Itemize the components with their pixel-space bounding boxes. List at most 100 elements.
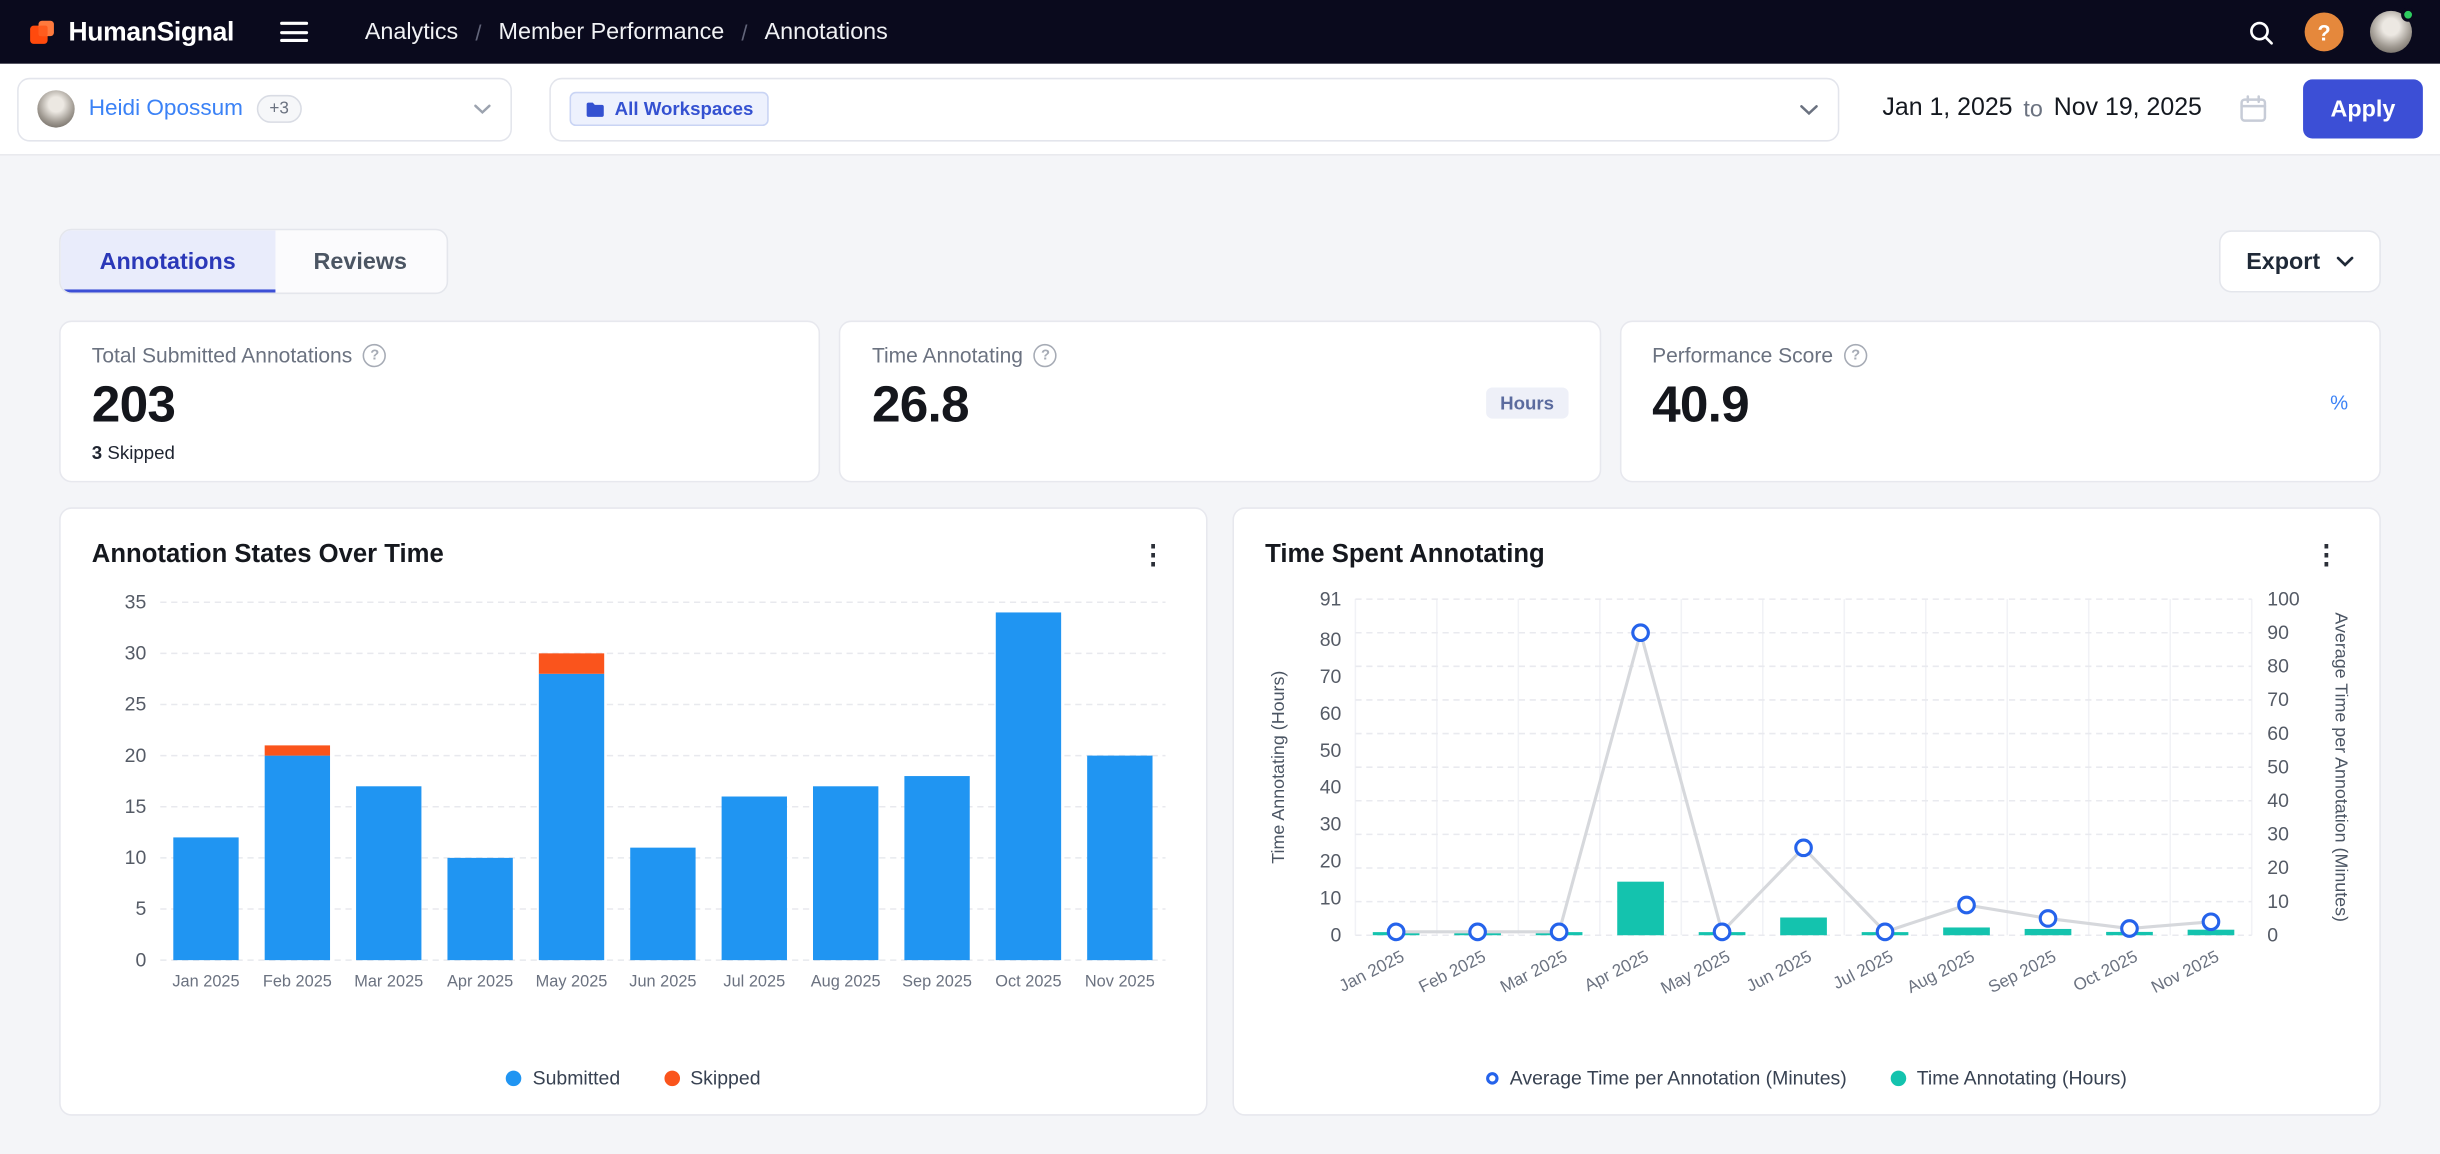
svg-text:Oct 2025: Oct 2025: [2070, 947, 2140, 995]
kebab-menu-icon[interactable]: [1131, 534, 1175, 574]
stat-card-performance-score: Performance Score 40.9 %: [1619, 321, 2380, 483]
legend-item[interactable]: Submitted: [506, 1067, 620, 1089]
stat-card-time-annotating: Time Annotating 26.8 Hours: [839, 321, 1600, 483]
annotation-states-card: Annotation States Over Time 051015202530…: [59, 507, 1207, 1115]
main-content: Annotations Reviews Export Total Submitt…: [0, 156, 2440, 1116]
menu-icon[interactable]: [275, 16, 315, 49]
topbar: HumanSignal Analytics / Member Performan…: [0, 0, 2440, 64]
member-more-badge: +3: [257, 95, 301, 123]
tab-reviews[interactable]: Reviews: [275, 230, 446, 292]
svg-text:Jun 2025: Jun 2025: [1743, 947, 1814, 996]
breadcrumb-member-performance[interactable]: Member Performance: [499, 19, 725, 45]
svg-text:40: 40: [2267, 790, 2289, 812]
stats-row: Total Submitted Annotations 203 3 Skippe…: [59, 321, 2381, 483]
legend-item[interactable]: Average Time per Annotation (Minutes): [1486, 1067, 1846, 1089]
svg-text:Sep 2025: Sep 2025: [1985, 947, 2059, 997]
help-button[interactable]: [2305, 12, 2344, 51]
svg-text:0: 0: [1331, 924, 1342, 946]
svg-text:70: 70: [1320, 666, 1342, 688]
app: HumanSignal Analytics / Member Performan…: [0, 0, 2440, 1154]
svg-text:May 2025: May 2025: [536, 973, 608, 991]
stat-value: 26.8: [872, 375, 1568, 434]
svg-text:Apr 2025: Apr 2025: [447, 973, 513, 991]
apply-button[interactable]: Apply: [2303, 79, 2423, 138]
stat-title: Performance Score: [1652, 344, 1833, 367]
info-icon[interactable]: [363, 344, 386, 367]
brand[interactable]: HumanSignal: [28, 16, 234, 47]
svg-text:91: 91: [1320, 588, 1342, 610]
svg-text:80: 80: [1320, 629, 1342, 651]
charts-row: Annotation States Over Time 051015202530…: [59, 507, 2381, 1115]
svg-text:Jul 2025: Jul 2025: [723, 973, 785, 991]
export-button[interactable]: Export: [2220, 230, 2381, 292]
legend-item[interactable]: Skipped: [664, 1067, 761, 1089]
svg-text:Jun 2025: Jun 2025: [629, 973, 696, 991]
svg-text:Jan 2025: Jan 2025: [1336, 947, 1407, 996]
breadcrumb-analytics[interactable]: Analytics: [365, 19, 458, 45]
chevron-down-icon: [1798, 102, 1818, 116]
stat-title: Total Submitted Annotations: [92, 344, 352, 367]
date-range-to-label: to: [2023, 96, 2042, 122]
svg-text:20: 20: [1320, 851, 1342, 873]
stat-value: 203: [92, 375, 788, 434]
svg-text:20: 20: [125, 745, 147, 767]
legend-dot-marker: [506, 1071, 522, 1087]
annotation-states-chart: 05101520253035Jan 2025Feb 2025Mar 2025Ap…: [92, 584, 1175, 998]
kebab-menu-icon[interactable]: [2305, 534, 2349, 574]
svg-text:20: 20: [2267, 857, 2289, 879]
svg-text:60: 60: [1320, 703, 1342, 725]
svg-text:Average Time per Annotation (M: Average Time per Annotation (Minutes): [2332, 612, 2348, 922]
info-icon[interactable]: [1034, 344, 1057, 367]
svg-text:Sep 2025: Sep 2025: [902, 973, 972, 991]
svg-text:5: 5: [135, 898, 146, 920]
legend-item[interactable]: Time Annotating (Hours): [1890, 1067, 2127, 1089]
date-to[interactable]: Nov 19, 2025: [2054, 95, 2202, 123]
annotation-states-legend: Submitted Skipped: [92, 1067, 1175, 1092]
time-spent-annotating-card: Time Spent Annotating 010203040506070809…: [1232, 507, 2380, 1115]
svg-text:Mar 2025: Mar 2025: [354, 973, 423, 991]
legend-dot-marker: [1890, 1071, 1906, 1087]
workspace-chip[interactable]: All Workspaces: [570, 92, 769, 126]
date-range-picker[interactable]: Jan 1, 2025 to Nov 19, 2025: [1882, 93, 2268, 124]
online-status-dot: [2401, 8, 2415, 22]
svg-text:10: 10: [125, 847, 147, 869]
folder-icon: [585, 100, 605, 117]
workspace-chip-label: All Workspaces: [615, 98, 754, 120]
chevron-down-icon: [473, 103, 492, 115]
svg-text:Oct 2025: Oct 2025: [995, 973, 1061, 991]
search-icon[interactable]: [2244, 15, 2278, 49]
legend-dot-marker: [664, 1071, 680, 1087]
member-filter-select[interactable]: Heidi Opossum +3: [17, 77, 512, 141]
legend-label: Submitted: [533, 1067, 621, 1089]
svg-text:40: 40: [1320, 777, 1342, 799]
stat-title: Time Annotating: [872, 344, 1023, 367]
legend-label: Time Annotating (Hours): [1917, 1067, 2127, 1089]
time-spent-annotating-chart: 0102030405060708090100010203040506070809…: [1265, 584, 2348, 1013]
legend-ring-marker: [1486, 1072, 1498, 1084]
info-icon[interactable]: [1844, 344, 1867, 367]
svg-text:10: 10: [1320, 888, 1342, 910]
tab-annotations[interactable]: Annotations: [61, 230, 275, 292]
svg-text:50: 50: [1320, 740, 1342, 762]
svg-text:30: 30: [2267, 824, 2289, 846]
member-avatar: [37, 90, 74, 127]
breadcrumb: Analytics / Member Performance / Annotat…: [365, 19, 888, 45]
date-from[interactable]: Jan 1, 2025: [1882, 95, 2012, 123]
svg-text:15: 15: [125, 796, 147, 818]
breadcrumb-annotations[interactable]: Annotations: [765, 19, 888, 45]
svg-text:90: 90: [2267, 622, 2289, 644]
calendar-icon[interactable]: [2238, 93, 2269, 124]
stat-card-total-submitted: Total Submitted Annotations 203 3 Skippe…: [59, 321, 820, 483]
svg-text:35: 35: [125, 591, 147, 613]
workspace-filter-select[interactable]: All Workspaces: [549, 77, 1839, 141]
svg-text:Aug 2025: Aug 2025: [811, 973, 881, 991]
svg-text:Time Annotating (Hours): Time Annotating (Hours): [1268, 671, 1288, 864]
svg-text:May 2025: May 2025: [1658, 947, 1734, 998]
user-avatar[interactable]: [2370, 11, 2412, 53]
legend-label: Average Time per Annotation (Minutes): [1510, 1067, 1847, 1089]
svg-text:70: 70: [2267, 689, 2289, 711]
svg-text:Feb 2025: Feb 2025: [263, 973, 332, 991]
svg-text:Apr 2025: Apr 2025: [1581, 947, 1652, 995]
brand-name: HumanSignal: [68, 16, 234, 47]
tabs-row: Annotations Reviews Export: [59, 229, 2381, 294]
